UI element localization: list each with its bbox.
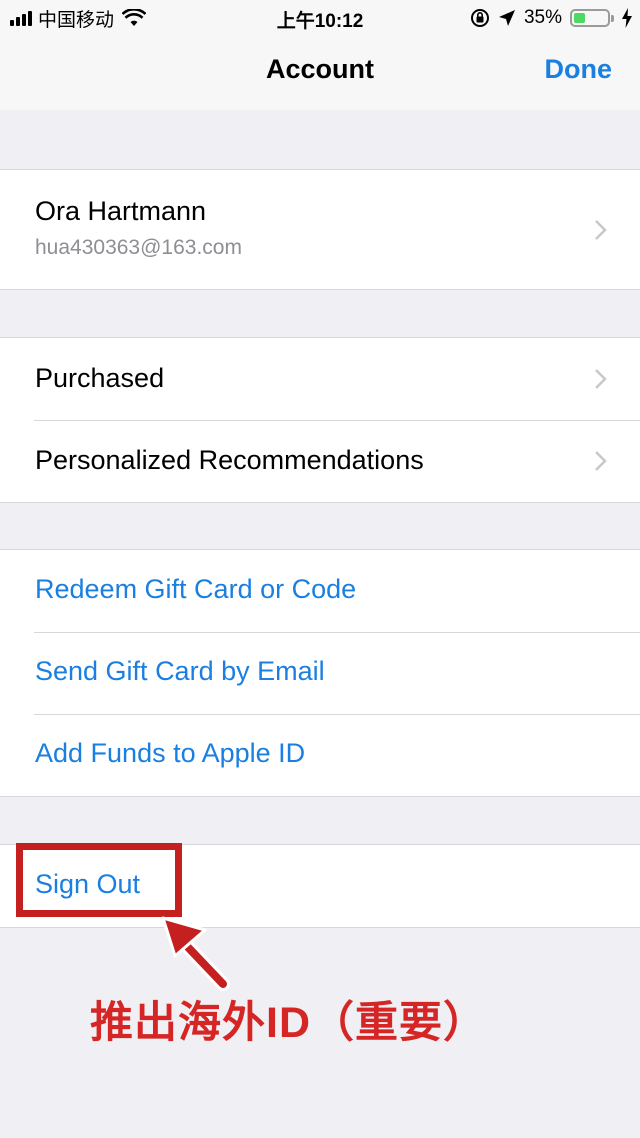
orientation-lock-icon [470,9,489,27]
purchased-label: Purchased [35,363,165,393]
chevron-right-icon [595,451,607,471]
chevron-right-icon [595,369,607,389]
charging-bolt-icon [622,8,632,28]
send-gift-card-row[interactable]: Send Gift Card by Email [0,632,640,714]
redeem-gift-card-link[interactable]: Redeem Gift Card or Code [35,574,356,605]
personalized-recommendations-label: Personalized Recommendations [35,445,424,475]
annotation-highlight-box [16,843,182,917]
navigation-bar: Account Done [0,36,640,110]
redeem-gift-card-row[interactable]: Redeem Gift Card or Code [0,550,640,632]
status-right: 35% [470,6,632,30]
battery-icon [570,9,614,27]
chevron-right-icon [595,220,607,240]
account-name: Ora Hartmann [35,196,207,226]
purchased-row[interactable]: Purchased [0,338,640,420]
battery-level-fill [574,13,586,23]
add-funds-link[interactable]: Add Funds to Apple ID [35,738,305,769]
location-arrow-icon [498,10,515,26]
account-email: hua430363@163.com [35,236,242,259]
battery-percent: 35% [523,7,562,28]
store-section: Purchased Personalized Recommendations [0,337,640,503]
add-funds-row[interactable]: Add Funds to Apple ID [0,714,640,796]
send-gift-card-link[interactable]: Send Gift Card by Email [35,656,325,687]
account-section: Ora Hartmann hua430363@163.com [0,169,640,290]
status-bar: 中国移动 上午10:12 35% [0,0,640,36]
gift-card-section: Redeem Gift Card or Code Send Gift Card … [0,549,640,797]
annotation-arrow-icon [161,916,230,991]
done-button[interactable]: Done [545,54,613,85]
annotation-text: 推出海外ID（重要） [90,999,487,1047]
personalized-recommendations-row[interactable]: Personalized Recommendations [0,420,640,502]
account-row[interactable]: Ora Hartmann hua430363@163.com [0,170,640,289]
